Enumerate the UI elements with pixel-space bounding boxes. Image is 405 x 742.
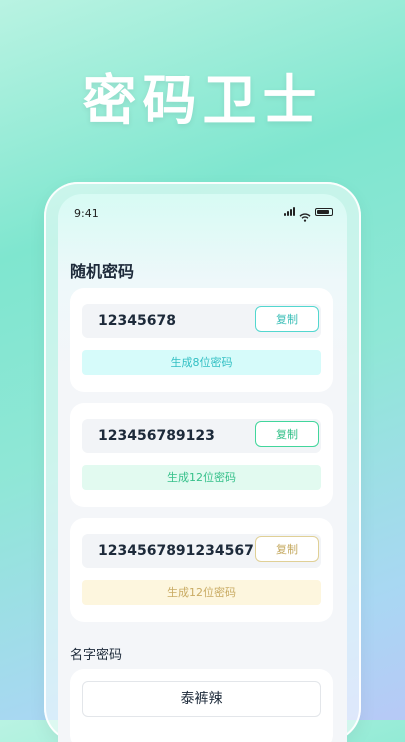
hero-title: 密码卫士 <box>82 69 323 132</box>
name-password-title: 名字密码 <box>70 648 123 663</box>
copy-button[interactable]: 复制 <box>255 421 319 447</box>
status-icons <box>284 207 333 222</box>
copy-button[interactable]: 复制 <box>255 306 319 332</box>
password-display: 12345678 复制 <box>82 304 321 338</box>
password-value: 1234567891234567 <box>98 543 254 559</box>
password-card-8: 12345678 复制 生成8位密码 <box>70 288 333 392</box>
password-card-12: 123456789123 复制 生成12位密码 <box>70 403 333 507</box>
generate-12-button[interactable]: 生成12位密码 <box>82 465 321 490</box>
generate-8-button[interactable]: 生成8位密码 <box>82 350 321 375</box>
phone-frame: 9:41 随机密码 12345678 复制 生成8位密码 12345678912… <box>44 182 361 742</box>
copy-button[interactable]: 复制 <box>255 536 319 562</box>
status-time: 9:41 <box>74 207 99 220</box>
wifi-icon <box>299 207 311 222</box>
password-value: 12345678 <box>98 313 176 329</box>
password-display: 1234567891234567 复制 <box>82 534 321 568</box>
password-value: 123456789123 <box>98 428 215 444</box>
name-input[interactable]: 泰裤辣 <box>82 681 321 717</box>
battery-icon <box>315 208 333 216</box>
generate-16-button[interactable]: 生成12位密码 <box>82 580 321 605</box>
password-display: 123456789123 复制 <box>82 419 321 453</box>
status-bar: 9:41 <box>58 194 347 228</box>
random-password-title: 随机密码 <box>70 262 135 281</box>
name-password-card: 泰裤辣 <box>70 669 333 742</box>
password-card-16: 1234567891234567 复制 生成12位密码 <box>70 518 333 622</box>
app-screen: 9:41 随机密码 12345678 复制 生成8位密码 12345678912… <box>58 194 347 742</box>
signal-icon <box>284 207 295 216</box>
